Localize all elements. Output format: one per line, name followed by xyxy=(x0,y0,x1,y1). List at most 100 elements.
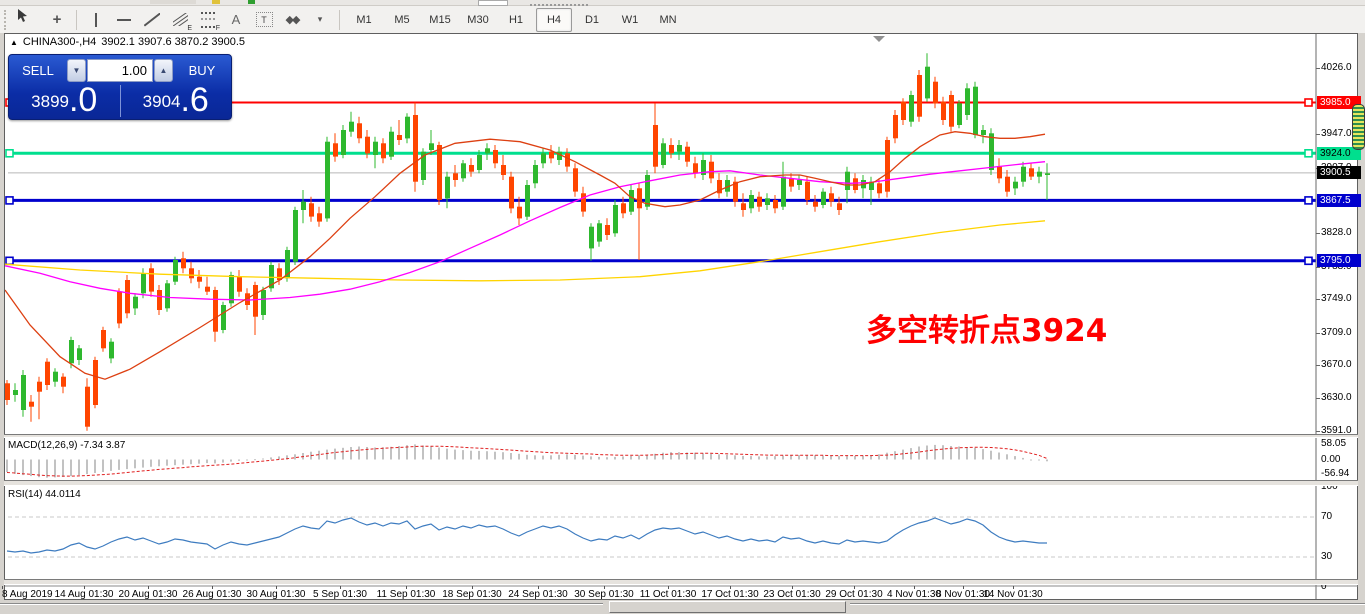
candle xyxy=(1013,182,1018,189)
candle xyxy=(1021,167,1026,182)
candle xyxy=(925,67,930,99)
candle xyxy=(541,153,546,163)
bottom-mdi-strip xyxy=(0,600,1365,614)
candle xyxy=(309,203,314,216)
candle xyxy=(917,75,922,117)
pane-separator-timeaxis[interactable] xyxy=(4,579,1358,585)
candle xyxy=(669,145,674,153)
volume-increase-button[interactable]: ▲ xyxy=(154,59,173,82)
candle xyxy=(517,207,522,219)
candle xyxy=(77,348,82,360)
macd-signal-line xyxy=(7,446,1047,476)
hline-handle[interactable] xyxy=(1305,257,1312,264)
date-tick xyxy=(914,586,915,589)
candle xyxy=(837,203,842,210)
price-tick-label: 3709.0 xyxy=(1321,327,1352,338)
date-tick xyxy=(538,586,539,589)
price-tick-label: 3947.0 xyxy=(1321,128,1352,139)
candle xyxy=(237,277,242,292)
date-tick xyxy=(406,586,407,589)
price-tick-label: 3749.0 xyxy=(1321,293,1352,304)
chart-shift-marker-icon[interactable] xyxy=(873,36,885,42)
price-tick-label: 4026.0 xyxy=(1321,62,1352,73)
buy-tab-label[interactable]: BUY xyxy=(173,63,231,78)
minimized-chart-bar[interactable] xyxy=(609,601,846,613)
candle xyxy=(205,287,210,292)
candle xyxy=(629,190,634,212)
date-tick xyxy=(84,586,85,589)
candle xyxy=(973,87,978,135)
candle xyxy=(373,142,378,155)
candle xyxy=(213,290,218,332)
candle xyxy=(645,175,650,207)
candle xyxy=(741,203,746,210)
candle xyxy=(365,137,370,154)
current-price-badge: 3900.5 xyxy=(1317,166,1361,179)
pane-separator-rsi[interactable] xyxy=(4,480,1358,486)
hline-handle[interactable] xyxy=(6,257,13,264)
date-tick xyxy=(340,586,341,589)
candle xyxy=(117,292,122,324)
rsi-axis-label: 70 xyxy=(1321,511,1332,522)
hline-handle[interactable] xyxy=(1305,197,1312,204)
candle xyxy=(293,210,298,262)
candle xyxy=(653,125,658,167)
sell-price-button[interactable]: 3899.0 xyxy=(9,83,120,117)
candle xyxy=(261,290,266,315)
volume-decrease-button[interactable]: ▼ xyxy=(67,59,86,82)
candle xyxy=(581,193,586,211)
candle xyxy=(301,202,306,210)
macd-histogram xyxy=(6,444,1048,477)
candle xyxy=(605,225,610,235)
date-tick xyxy=(276,586,277,589)
hline-handle[interactable] xyxy=(6,150,13,157)
hline-handle[interactable] xyxy=(1305,150,1312,157)
buy-price-big-digit: .6 xyxy=(180,85,208,115)
date-tick-label: 14 Aug 01:30 xyxy=(55,589,114,600)
spin-down-icon: ▼ xyxy=(73,66,81,75)
candle xyxy=(829,193,834,201)
price-tick xyxy=(1316,134,1320,135)
macd-axis-label: 0.00 xyxy=(1321,454,1340,465)
mini-scrollbar-thumb[interactable] xyxy=(1352,104,1365,150)
candle xyxy=(757,197,762,207)
candle xyxy=(621,203,626,213)
candle xyxy=(509,177,514,209)
candle xyxy=(941,102,946,120)
candle xyxy=(485,148,490,153)
candle xyxy=(389,132,394,157)
price-badge-3795.0: 3795.0 xyxy=(1317,254,1361,267)
hline-handle[interactable] xyxy=(1305,99,1312,106)
candle xyxy=(157,290,162,310)
volume-input[interactable] xyxy=(87,59,153,82)
candle xyxy=(61,377,66,387)
candle xyxy=(893,115,898,138)
candle xyxy=(221,305,226,330)
candle xyxy=(909,95,914,122)
date-tick-label: 14 Nov 01:30 xyxy=(983,589,1043,600)
pane-separator-macd[interactable] xyxy=(4,434,1358,438)
ohlc-values: 3902.1 3907.6 3870.2 3900.5 xyxy=(101,36,245,48)
price-tick xyxy=(1316,398,1320,399)
price-badge-3867.5: 3867.5 xyxy=(1317,194,1361,207)
candle xyxy=(29,402,34,407)
candle xyxy=(149,268,154,291)
rsi-line xyxy=(7,518,1047,553)
candle xyxy=(949,95,954,127)
candle xyxy=(197,277,202,282)
candle xyxy=(1029,168,1034,176)
date-tick-label: 30 Sep 01:30 xyxy=(574,589,634,600)
hline-handle[interactable] xyxy=(6,197,13,204)
candle xyxy=(1005,177,1010,192)
candle xyxy=(21,375,26,410)
candle xyxy=(125,280,130,313)
up-triangle-icon: ▲ xyxy=(10,38,18,47)
candle xyxy=(589,227,594,249)
candle xyxy=(749,195,754,208)
candle xyxy=(53,372,58,382)
sell-tab-label[interactable]: SELL xyxy=(9,63,67,78)
sell-price-main: 3899 xyxy=(31,89,69,115)
candle xyxy=(13,390,18,395)
buy-price-button[interactable]: 3904.6 xyxy=(121,83,232,117)
candle xyxy=(573,168,578,191)
